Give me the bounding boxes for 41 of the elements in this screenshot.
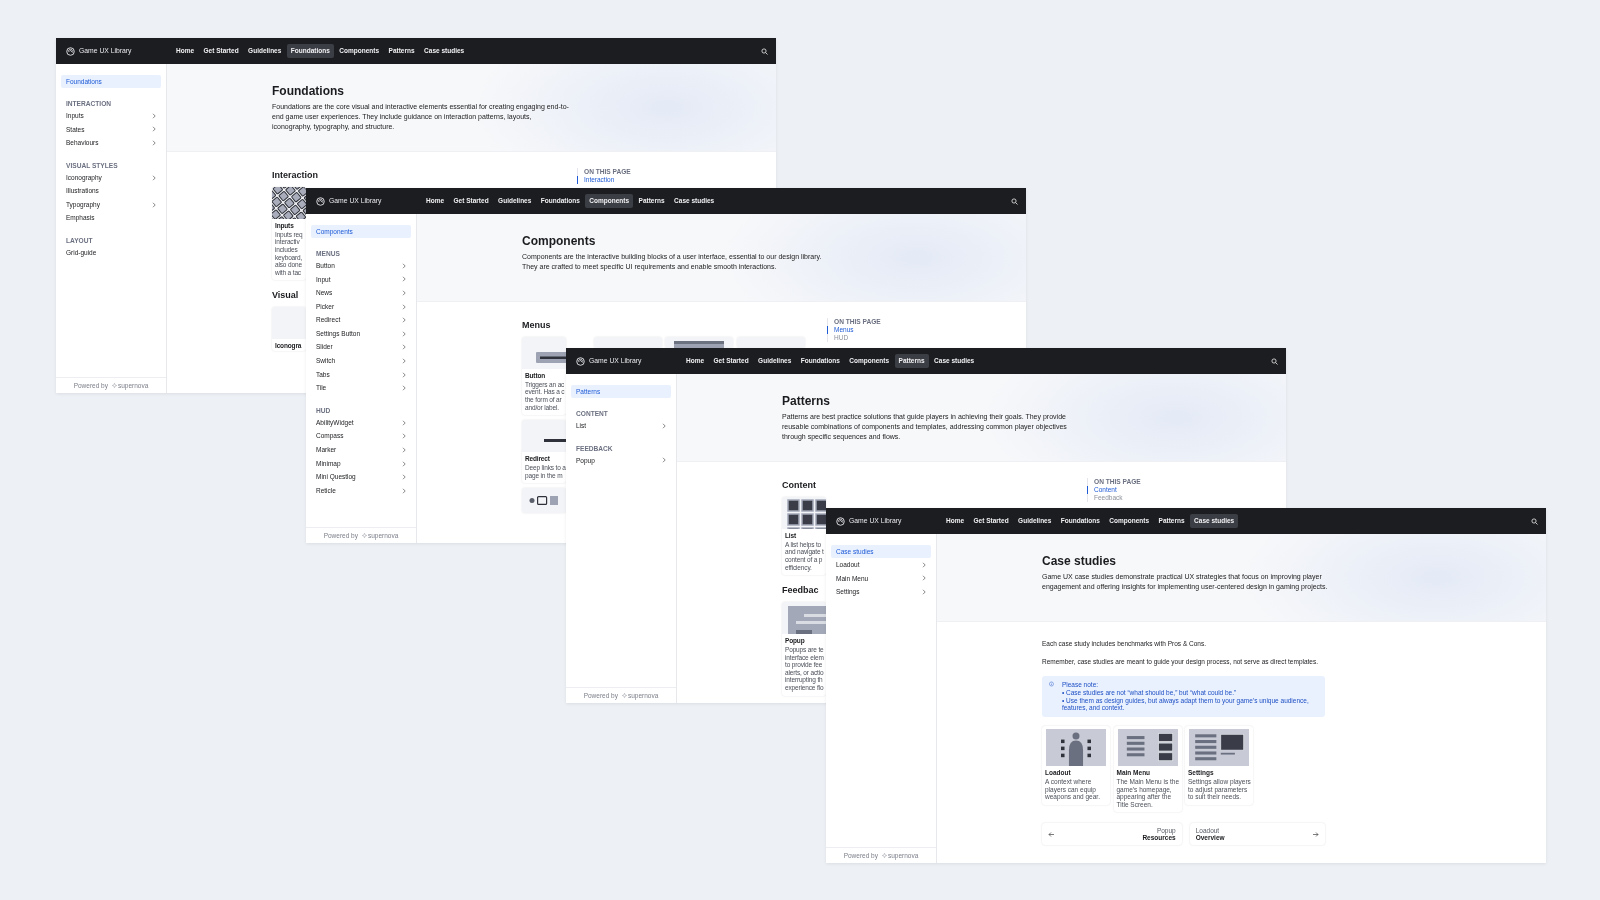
search-icon[interactable]	[1531, 517, 1538, 525]
icons-drawing	[529, 496, 558, 506]
keyboard-drawing	[272, 187, 306, 219]
search-icon[interactable]	[1271, 357, 1278, 365]
logo-icon	[836, 516, 845, 526]
logo-icon	[66, 46, 75, 56]
card[interactable]	[522, 488, 566, 514]
chevron-right-icon	[662, 457, 666, 464]
sparkle-icon	[882, 853, 887, 858]
arrow-left-icon	[1048, 830, 1055, 838]
settings-drawing	[1189, 729, 1249, 767]
logo-icon	[316, 196, 325, 206]
search-icon[interactable]	[1011, 197, 1018, 205]
chevron-right-icon	[662, 422, 666, 429]
sparkle-icon	[112, 383, 117, 388]
section-heading: Interaction	[272, 170, 318, 181]
menu-drawing	[1117, 729, 1178, 767]
page-title: Case studies	[1042, 554, 1118, 569]
popup-drawing	[788, 606, 826, 635]
sparkle-icon	[362, 533, 367, 538]
logo-icon	[576, 356, 585, 366]
info-icon	[1049, 681, 1054, 687]
section-heading: Feedbac	[782, 585, 819, 597]
grid-drawing	[787, 499, 826, 529]
chevron-right-icon	[152, 174, 156, 181]
page-title: Components	[522, 234, 597, 249]
search-icon[interactable]	[761, 47, 768, 55]
section-heading: Content	[782, 480, 816, 491]
chevron-right-icon	[402, 290, 406, 296]
dash-drawing	[544, 439, 566, 443]
chevron-right-icon	[152, 140, 156, 146]
sparkle-icon	[622, 693, 627, 698]
arrow-right-icon	[1312, 830, 1319, 838]
chevron-right-icon	[152, 201, 156, 208]
section-heading: Visual	[272, 290, 299, 302]
section-heading: Menus	[522, 320, 551, 331]
page-title: Patterns	[782, 394, 832, 409]
page-title: Foundations	[272, 84, 345, 99]
figure-drawing	[1046, 729, 1106, 767]
panel-drawing	[674, 341, 724, 348]
chevron-right-icon	[922, 589, 926, 595]
